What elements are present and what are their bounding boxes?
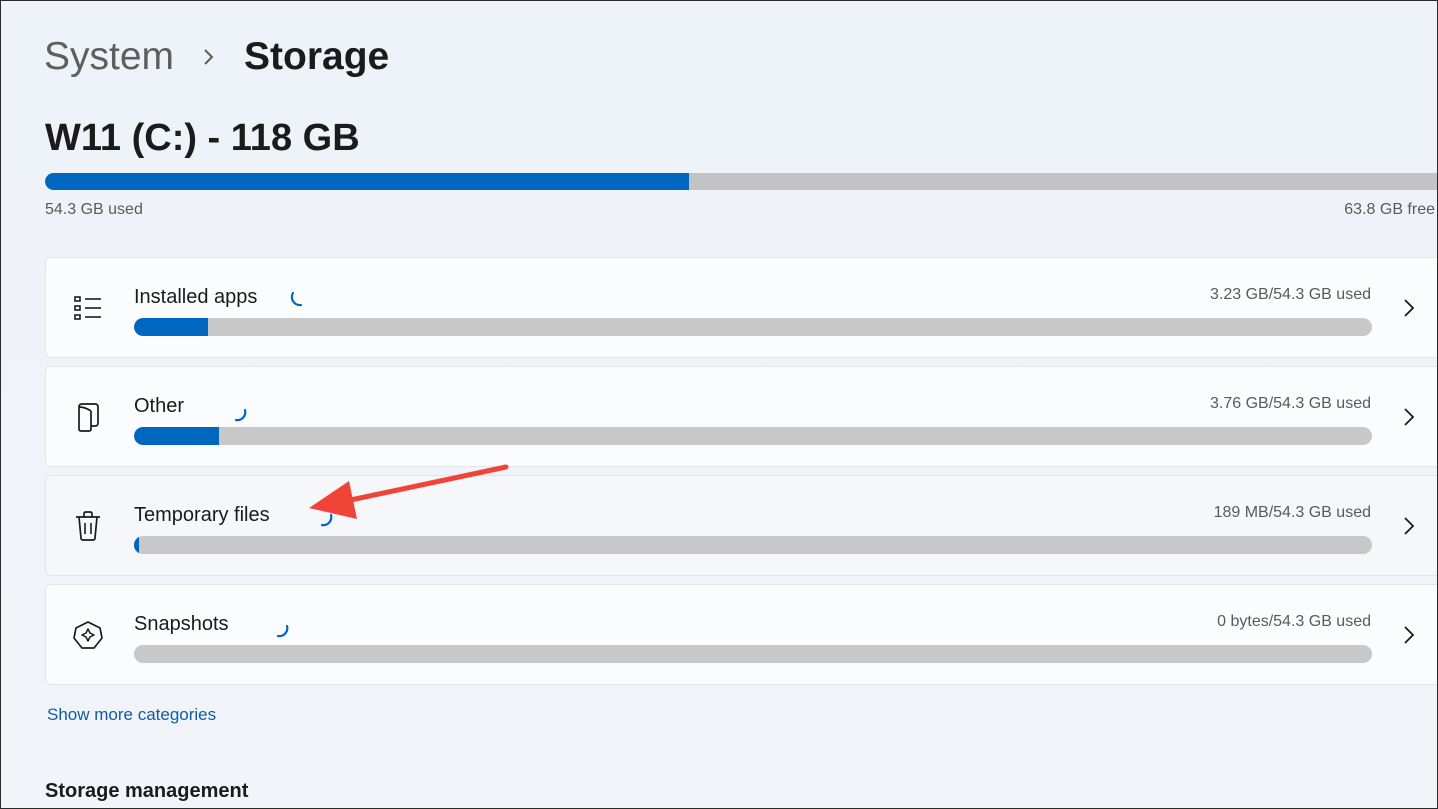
category-usage-bar — [134, 536, 1372, 554]
loading-spinner-icon — [276, 624, 289, 638]
category-usage-fill — [134, 318, 209, 336]
show-more-categories-link[interactable]: Show more categories — [47, 705, 216, 725]
drive-usage-bar — [45, 173, 1437, 190]
storage-management-heading: Storage management — [45, 780, 249, 802]
settings-window: System Storage W11 (C:) - 118 GB 54.3 GB… — [0, 0, 1438, 809]
category-size: 3.23 GB/54.3 GB used — [1210, 286, 1371, 303]
loading-spinner-icon — [234, 408, 247, 422]
category-installed-apps[interactable]: Installed apps 3.23 GB/54.3 GB used — [45, 257, 1437, 358]
chevron-right-icon — [1400, 516, 1418, 536]
category-label: Temporary files — [134, 504, 270, 526]
breadcrumb-system[interactable]: System — [44, 35, 174, 79]
chevron-right-icon — [1400, 407, 1418, 427]
list-icon — [72, 292, 104, 324]
category-usage-fill — [134, 536, 139, 554]
category-usage-bar — [134, 318, 1372, 336]
category-snapshots[interactable]: Snapshots 0 bytes/54.3 GB used — [45, 584, 1437, 685]
category-other[interactable]: Other 3.76 GB/54.3 GB used — [45, 366, 1437, 467]
breadcrumb: System Storage — [44, 31, 389, 83]
page-title: Storage — [244, 35, 390, 78]
drive-usage-fill — [45, 173, 689, 190]
document-icon — [72, 401, 104, 433]
category-usage-fill — [134, 427, 220, 445]
category-list: Installed apps 3.23 GB/54.3 GB used Othe… — [45, 257, 1437, 693]
trash-icon — [72, 510, 104, 542]
category-usage-bar — [134, 645, 1372, 663]
category-label: Installed apps — [134, 286, 258, 308]
chevron-right-icon — [200, 48, 218, 66]
drive-free-label: 63.8 GB free — [1344, 201, 1435, 218]
category-usage-bar — [134, 427, 1372, 445]
category-size: 3.76 GB/54.3 GB used — [1210, 395, 1371, 412]
chevron-right-icon — [1400, 625, 1418, 645]
category-label: Snapshots — [134, 613, 229, 635]
category-size: 0 bytes/54.3 GB used — [1217, 613, 1371, 630]
category-size: 189 MB/54.3 GB used — [1213, 504, 1371, 521]
loading-spinner-icon — [320, 513, 333, 527]
category-label: Other — [134, 395, 185, 417]
loading-spinner-icon — [290, 291, 303, 307]
snapshot-icon — [72, 619, 104, 651]
drive-title: W11 (C:) - 118 GB — [45, 117, 360, 159]
category-temporary-files[interactable]: Temporary files 189 MB/54.3 GB used — [45, 475, 1437, 576]
chevron-right-icon — [1400, 298, 1418, 318]
drive-used-label: 54.3 GB used — [45, 201, 143, 218]
